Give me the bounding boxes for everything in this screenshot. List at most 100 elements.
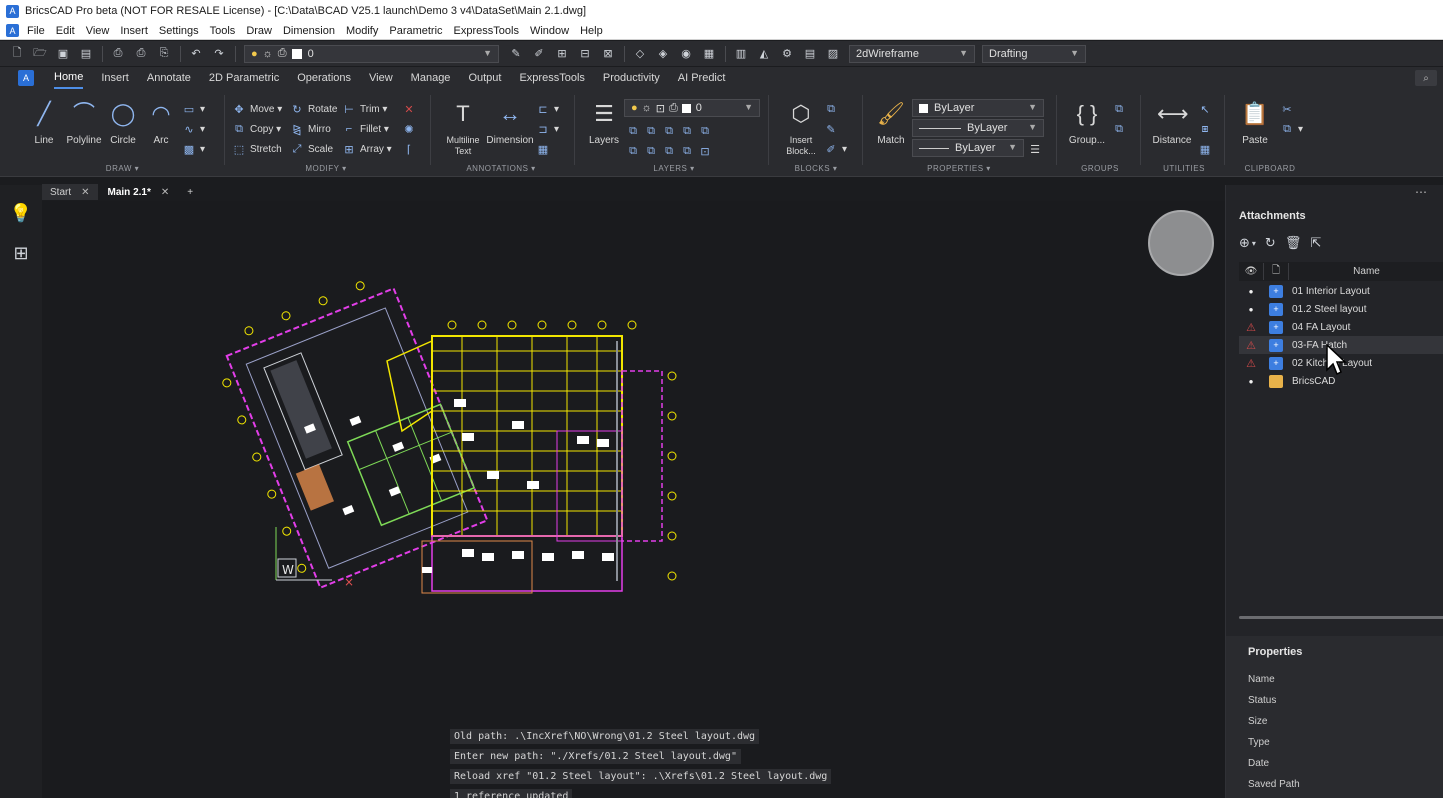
layer-dropdown[interactable]: ● ☼ ⎙ 0 ▼: [244, 44, 499, 63]
copy-tool[interactable]: ⧉ Copy ▾: [232, 121, 281, 137]
undo-icon[interactable]: ↶: [189, 47, 203, 61]
save-icon[interactable]: ▣: [56, 47, 70, 61]
attachment-row[interactable]: ⚠ + 04 FA Layout: [1239, 318, 1443, 336]
settings-gear-icon[interactable]: ⚙: [780, 47, 794, 61]
tab-insert[interactable]: Insert: [101, 67, 129, 89]
navigation-wheel[interactable]: [1148, 210, 1214, 276]
eye-icon[interactable]: 👁: [1239, 266, 1263, 277]
menu-help[interactable]: Help: [580, 25, 603, 37]
open-external-icon[interactable]: ⇱: [1310, 235, 1321, 251]
lineweight-dropdown[interactable]: ByLayer ▼: [912, 139, 1024, 157]
layer-unisolate-icon[interactable]: ⊟: [578, 47, 592, 61]
menu-tools[interactable]: Tools: [210, 25, 236, 37]
name-column-header[interactable]: Name: [1289, 266, 1443, 277]
block-attr-tool[interactable]: ✐ ▾: [824, 141, 847, 157]
publish-icon[interactable]: ⎘: [157, 47, 171, 61]
print-icon[interactable]: ⎙: [134, 47, 148, 61]
blocks-panel-title[interactable]: BLOCKS ▾: [776, 164, 856, 173]
workspace-dropdown[interactable]: Drafting ▼: [982, 44, 1086, 63]
layer-tools-row-1[interactable]: ⧉ ⧉ ⧉ ⧉ ⧉: [626, 123, 716, 139]
trash-icon[interactable]: 🗑: [1285, 235, 1302, 251]
new-tab-button[interactable]: +: [179, 184, 201, 200]
table-tool[interactable]: ▦: [536, 141, 554, 157]
tab-manage[interactable]: Manage: [411, 67, 451, 89]
copy-clip-tool[interactable]: ⧉ ▾: [1280, 121, 1303, 137]
new-file-icon[interactable]: 🗋: [10, 47, 24, 61]
fillet-tool[interactable]: ⌐ Fillet ▾: [342, 121, 389, 137]
menu-expresstools[interactable]: ExpressTools: [454, 25, 519, 37]
arc-tool[interactable]: ◠ Arc: [137, 99, 185, 146]
edit-block-tool[interactable]: ✎: [824, 121, 842, 137]
trim-tool[interactable]: ⊢ Trim ▾: [342, 101, 387, 117]
explode-tool[interactable]: ✺: [402, 121, 420, 137]
view-stack-icon[interactable]: ▦: [702, 47, 716, 61]
attach-add-icon[interactable]: ⊕: [1239, 235, 1250, 251]
drawing-canvas[interactable]: × W Old path: .\IncXref\NO\Wrong\01.2 St…: [42, 201, 1225, 798]
panel-options-icon[interactable]: ⋯: [1415, 185, 1427, 199]
chevron-down-icon[interactable]: ▾: [1252, 239, 1256, 248]
color-dropdown[interactable]: ByLayer ▼: [912, 99, 1044, 117]
offset-tool[interactable]: ⌈: [402, 141, 420, 157]
visual-style-dropdown[interactable]: 2dWireframe ▼: [849, 44, 975, 63]
stretch-tool[interactable]: ⬚ Stretch: [232, 141, 282, 157]
linetype-dropdown[interactable]: ByLayer ▼: [912, 119, 1044, 137]
move-tool[interactable]: ✥ Move ▾: [232, 101, 282, 117]
save-as-icon[interactable]: ▤: [79, 47, 93, 61]
menu-parametric[interactable]: Parametric: [389, 25, 442, 37]
tab-expresstools[interactable]: ExpressTools: [519, 67, 584, 89]
open-file-icon[interactable]: 🗁: [33, 47, 47, 61]
doc-tab-main[interactable]: Main 2.1* ✕: [99, 184, 178, 200]
rotate-tool[interactable]: ↻ Rotate: [290, 101, 337, 117]
mirror-tool[interactable]: ⧎ Mirro: [290, 121, 330, 137]
close-icon[interactable]: ✕: [161, 187, 169, 198]
sketch-icon[interactable]: ◭: [757, 47, 771, 61]
tab-view[interactable]: View: [369, 67, 393, 89]
close-icon[interactable]: ✕: [81, 187, 89, 198]
menu-dimension[interactable]: Dimension: [283, 25, 335, 37]
tab-2d-parametric[interactable]: 2D Parametric: [209, 67, 279, 89]
search-icon[interactable]: ⌕: [1415, 70, 1437, 86]
hatch-tool[interactable]: ▩ ▾: [182, 141, 205, 157]
attachment-row[interactable]: ● + 01 Interior Layout: [1239, 282, 1443, 300]
calculator-tool[interactable]: ▦: [1198, 141, 1216, 157]
mleader-tool[interactable]: ⊐ ▾: [536, 121, 559, 137]
erase-tool[interactable]: ✕: [402, 101, 420, 117]
layers-tool[interactable]: ☰ Layers: [582, 99, 626, 146]
annotations-panel-title[interactable]: ANNOTATIONS ▾: [436, 164, 566, 173]
layer-freeze-icon[interactable]: ⊠: [601, 47, 615, 61]
tab-operations[interactable]: Operations: [297, 67, 351, 89]
layers-panel-title[interactable]: LAYERS ▾: [582, 164, 766, 173]
layer-prev-icon[interactable]: ✐: [532, 47, 546, 61]
view-cube-icon[interactable]: ◇: [633, 47, 647, 61]
current-layer-dropdown[interactable]: ● ☼ ⊡ ⎙ 0 ▼: [624, 99, 760, 117]
cut-tool[interactable]: ✂: [1280, 101, 1298, 117]
group-edit-tool[interactable]: ⧉: [1112, 121, 1130, 137]
layer-tools-row-2[interactable]: ⧉ ⧉ ⧉ ⧉ ⊡: [626, 143, 716, 159]
menu-draw[interactable]: Draw: [246, 25, 272, 37]
tab-output[interactable]: Output: [468, 67, 501, 89]
tab-home[interactable]: Home: [54, 67, 84, 89]
menu-insert[interactable]: Insert: [120, 25, 148, 37]
refresh-icon[interactable]: ↻: [1265, 235, 1276, 251]
print-preview-icon[interactable]: ⎙: [111, 47, 125, 61]
menu-file[interactable]: File: [27, 25, 45, 37]
menu-view[interactable]: View: [86, 25, 110, 37]
property-settings-tool[interactable]: ☰: [1028, 141, 1046, 157]
group-tool[interactable]: { } Group...: [1062, 99, 1112, 146]
panel-splitter[interactable]: [1239, 616, 1443, 619]
menu-settings[interactable]: Settings: [159, 25, 199, 37]
sheet-icon[interactable]: ▤: [803, 47, 817, 61]
image-icon[interactable]: ▨: [826, 47, 840, 61]
select-tool[interactable]: ↖: [1198, 101, 1216, 117]
app-menu-icon[interactable]: A: [6, 24, 19, 37]
dimension-tool[interactable]: ↔ Dimension: [486, 99, 534, 146]
tab-ai-predict[interactable]: AI Predict: [678, 67, 726, 89]
properties-panel-title[interactable]: PROPERTIES ▾: [866, 164, 1052, 173]
tab-annotate[interactable]: Annotate: [147, 67, 191, 89]
multiline-text-tool[interactable]: T Multiline Text: [438, 99, 488, 157]
rectangle-tool[interactable]: ▭ ▾: [182, 101, 205, 117]
distance-tool[interactable]: ⟷ Distance: [1146, 99, 1198, 146]
menu-modify[interactable]: Modify: [346, 25, 378, 37]
leader-tool[interactable]: ⊏ ▾: [536, 101, 559, 117]
match-properties-tool[interactable]: 🖌 Match: [866, 99, 916, 146]
